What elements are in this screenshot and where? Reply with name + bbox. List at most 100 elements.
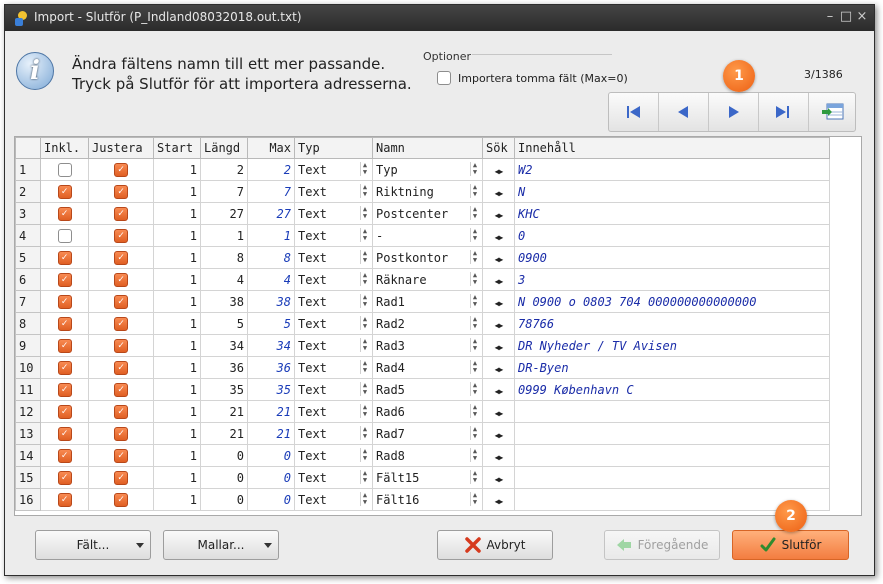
start-cell[interactable]: 1 xyxy=(153,444,201,467)
table-row[interactable]: 16 ✓ ✓ 1 0 0 Text ▲ ▼ Fält16 ▲ ▼ ◀▶ xyxy=(15,488,830,511)
search-arrows-icon[interactable]: ◀▶ xyxy=(495,211,504,220)
inkl-cell[interactable]: ✓ xyxy=(40,334,89,357)
inkl-cell[interactable]: ✓ xyxy=(40,246,89,269)
start-cell[interactable]: 1 xyxy=(153,202,201,225)
justera-cell[interactable]: ✓ xyxy=(88,268,154,291)
table-row[interactable]: 5 ✓ ✓ 1 8 8 Text ▲ ▼ Postkontor ▲ ▼ ◀▶ 0900 xyxy=(15,246,830,269)
namn-cell[interactable]: Rad3 ▲ ▼ xyxy=(372,334,483,357)
search-arrows-icon[interactable]: ◀▶ xyxy=(495,387,504,396)
col-max[interactable]: Max xyxy=(247,137,295,159)
start-cell[interactable]: 1 xyxy=(153,268,201,291)
inkl-cell[interactable]: ✓ xyxy=(40,466,89,489)
langd-cell[interactable]: 0 xyxy=(200,444,248,467)
sok-cell[interactable]: ◀▶ xyxy=(482,290,515,313)
sok-cell[interactable]: ◀▶ xyxy=(482,246,515,269)
langd-cell[interactable]: 1 xyxy=(200,224,248,247)
spinner-icon[interactable]: ▲ ▼ xyxy=(360,382,369,396)
title-bar[interactable]: Import - Slutför (P_Indland08032018.out.… xyxy=(5,5,874,31)
checked-checkbox-icon[interactable]: ✓ xyxy=(57,184,72,199)
langd-cell[interactable]: 5 xyxy=(200,312,248,335)
search-arrows-icon[interactable]: ◀▶ xyxy=(495,497,504,506)
spinner-icon[interactable]: ▲ ▼ xyxy=(470,272,479,286)
checked-checkbox-icon[interactable]: ✓ xyxy=(57,338,72,353)
langd-cell[interactable]: 4 xyxy=(200,268,248,291)
langd-cell[interactable]: 0 xyxy=(200,488,248,511)
start-cell[interactable]: 1 xyxy=(153,422,201,445)
col-namn[interactable]: Namn xyxy=(372,137,483,159)
spinner-icon[interactable]: ▲ ▼ xyxy=(360,426,369,440)
typ-cell[interactable]: Text ▲ ▼ xyxy=(294,312,373,335)
namn-cell[interactable]: Riktning ▲ ▼ xyxy=(372,180,483,203)
namn-cell[interactable]: Rad6 ▲ ▼ xyxy=(372,400,483,423)
checked-checkbox-icon[interactable]: ✓ xyxy=(114,448,128,463)
spinner-icon[interactable]: ▲ ▼ xyxy=(360,338,369,352)
table-row[interactable]: 8 ✓ ✓ 1 5 5 Text ▲ ▼ Rad2 ▲ ▼ ◀▶ 78766 xyxy=(15,312,830,335)
start-cell[interactable]: 1 xyxy=(153,180,201,203)
checked-checkbox-icon[interactable]: ✓ xyxy=(114,184,128,199)
spinner-icon[interactable]: ▲ ▼ xyxy=(360,360,369,374)
typ-cell[interactable]: Text ▲ ▼ xyxy=(294,180,373,203)
spinner-icon[interactable]: ▲ ▼ xyxy=(470,338,479,352)
langd-cell[interactable]: 0 xyxy=(200,466,248,489)
spinner-icon[interactable]: ▲ ▼ xyxy=(470,426,479,440)
inkl-cell[interactable]: ✓ xyxy=(40,290,89,313)
checked-checkbox-icon[interactable]: ✓ xyxy=(57,206,72,221)
namn-cell[interactable]: Rad4 ▲ ▼ xyxy=(372,356,483,379)
checked-checkbox-icon[interactable]: ✓ xyxy=(114,206,128,221)
checked-checkbox-icon[interactable]: ✓ xyxy=(114,162,128,177)
checked-checkbox-icon[interactable]: ✓ xyxy=(114,404,128,419)
namn-cell[interactable]: Fält15 ▲ ▼ xyxy=(372,466,483,489)
justera-cell[interactable]: ✓ xyxy=(88,334,154,357)
justera-cell[interactable]: ✓ xyxy=(88,246,154,269)
table-row[interactable]: 3 ✓ ✓ 1 27 27 Text ▲ ▼ Postcenter ▲ ▼ ◀▶ KHC xyxy=(15,202,830,225)
table-row[interactable]: 2 ✓ ✓ 1 7 7 Text ▲ ▼ Riktning ▲ ▼ ◀▶ N xyxy=(15,180,830,203)
inkl-cell[interactable] xyxy=(40,224,89,247)
inkl-cell[interactable]: ✓ xyxy=(40,400,89,423)
inkl-cell[interactable]: ✓ xyxy=(40,180,89,203)
justera-cell[interactable]: ✓ xyxy=(88,422,154,445)
langd-cell[interactable]: 21 xyxy=(200,400,248,423)
spinner-icon[interactable]: ▲ ▼ xyxy=(470,448,479,462)
typ-cell[interactable]: Text ▲ ▼ xyxy=(294,378,373,401)
spinner-icon[interactable]: ▲ ▼ xyxy=(470,470,479,484)
checked-checkbox-icon[interactable]: ✓ xyxy=(114,470,128,485)
spinner-icon[interactable]: ▲ ▼ xyxy=(360,206,369,220)
close-icon[interactable]: × xyxy=(855,10,869,24)
inkl-cell[interactable] xyxy=(40,158,89,181)
col-innehall[interactable]: Innehåll xyxy=(514,137,830,159)
checked-checkbox-icon[interactable]: ✓ xyxy=(114,382,128,397)
justera-cell[interactable]: ✓ xyxy=(88,488,154,511)
sok-cell[interactable]: ◀▶ xyxy=(482,378,515,401)
checked-checkbox-icon[interactable]: ✓ xyxy=(114,316,128,331)
minimize-icon[interactable]: – xyxy=(823,10,837,24)
namn-cell[interactable]: Fält16 ▲ ▼ xyxy=(372,488,483,511)
start-cell[interactable]: 1 xyxy=(153,488,201,511)
langd-cell[interactable]: 34 xyxy=(200,334,248,357)
spinner-icon[interactable]: ▲ ▼ xyxy=(470,206,479,220)
spinner-icon[interactable]: ▲ ▼ xyxy=(360,470,369,484)
langd-cell[interactable]: 36 xyxy=(200,356,248,379)
checked-checkbox-icon[interactable]: ✓ xyxy=(114,228,128,243)
langd-cell[interactable]: 38 xyxy=(200,290,248,313)
spinner-icon[interactable]: ▲ ▼ xyxy=(470,250,479,264)
next-record-button[interactable] xyxy=(709,93,759,131)
justera-cell[interactable]: ✓ xyxy=(88,180,154,203)
table-row[interactable]: 1 ✓ 1 2 2 Text ▲ ▼ Typ ▲ ▼ ◀▶ W2 xyxy=(15,158,830,181)
checked-checkbox-icon[interactable]: ✓ xyxy=(57,294,72,309)
langd-cell[interactable]: 8 xyxy=(200,246,248,269)
start-cell[interactable]: 1 xyxy=(153,378,201,401)
namn-cell[interactable]: - ▲ ▼ xyxy=(372,224,483,247)
start-cell[interactable]: 1 xyxy=(153,356,201,379)
typ-cell[interactable]: Text ▲ ▼ xyxy=(294,422,373,445)
col-langd[interactable]: Längd xyxy=(200,137,248,159)
search-arrows-icon[interactable]: ◀▶ xyxy=(495,299,504,308)
typ-cell[interactable]: Text ▲ ▼ xyxy=(294,444,373,467)
table-row[interactable]: 9 ✓ ✓ 1 34 34 Text ▲ ▼ Rad3 ▲ ▼ ◀▶ DR Nyheder / TV Av… xyxy=(15,334,830,357)
checked-checkbox-icon[interactable]: ✓ xyxy=(57,360,72,375)
sok-cell[interactable]: ◀▶ xyxy=(482,158,515,181)
typ-cell[interactable]: Text ▲ ▼ xyxy=(294,488,373,511)
unchecked-checkbox-icon[interactable] xyxy=(57,162,72,177)
search-arrows-icon[interactable]: ◀▶ xyxy=(495,409,504,418)
typ-cell[interactable]: Text ▲ ▼ xyxy=(294,356,373,379)
col-typ[interactable]: Typ xyxy=(294,137,373,159)
